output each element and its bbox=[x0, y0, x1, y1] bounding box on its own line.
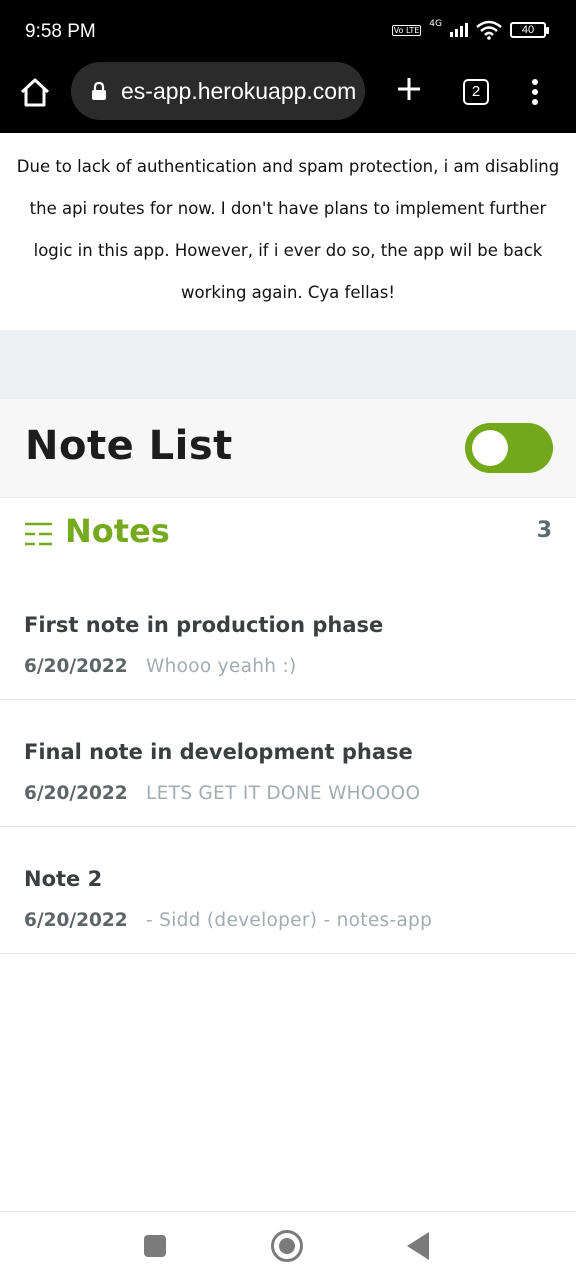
browser-toolbar: es-app.herokuapp.com 2 bbox=[0, 62, 576, 133]
status-time: 9:58 PM bbox=[25, 21, 96, 42]
note-description: - Sidd (developer) - notes-app bbox=[146, 910, 433, 931]
note-date: 6/20/2022 bbox=[24, 783, 128, 804]
recents-icon[interactable] bbox=[144, 1235, 166, 1257]
note-date: 6/20/2022 bbox=[24, 656, 128, 677]
back-icon[interactable] bbox=[407, 1232, 429, 1260]
volte-icon: Vo LTE bbox=[391, 24, 422, 36]
note-title: Note 2 bbox=[24, 867, 103, 891]
wifi-icon bbox=[476, 20, 502, 40]
note-description: LETS GET IT DONE WHOOOO bbox=[146, 783, 421, 804]
url-text: es-app.herokuapp.com bbox=[121, 77, 357, 104]
note-item[interactable]: Note 2 6/20/2022 - Sidd (developer) - no… bbox=[0, 827, 576, 954]
notes-section-header: Notes 3 bbox=[0, 498, 576, 570]
theme-toggle[interactable] bbox=[465, 423, 553, 473]
signal-icon bbox=[450, 23, 468, 37]
page-title: Note List bbox=[25, 423, 233, 469]
page-header: Note List bbox=[0, 398, 576, 498]
tab-switcher-button[interactable]: 2 bbox=[463, 79, 489, 105]
address-bar[interactable]: es-app.herokuapp.com bbox=[71, 62, 365, 120]
battery-icon: 40 bbox=[510, 22, 549, 38]
notice-banner: Due to lack of authentication and spam p… bbox=[0, 133, 576, 330]
status-bar: 9:58 PM Vo LTE 4G 40 bbox=[0, 0, 576, 62]
toggle-knob bbox=[472, 430, 508, 466]
notes-count: 3 bbox=[536, 518, 552, 543]
note-title: First note in production phase bbox=[24, 613, 384, 637]
system-nav-bar bbox=[0, 1211, 576, 1280]
note-title: Final note in development phase bbox=[24, 740, 413, 764]
note-item[interactable]: First note in production phase 6/20/2022… bbox=[0, 573, 576, 700]
note-description: Whooo yeahh :) bbox=[146, 656, 297, 677]
notes-section-title: Notes bbox=[65, 512, 170, 550]
home-circle-icon[interactable] bbox=[271, 1230, 303, 1262]
new-tab-icon[interactable] bbox=[394, 74, 424, 104]
spacer-band bbox=[0, 330, 576, 398]
overflow-menu-icon[interactable] bbox=[530, 78, 540, 106]
note-item[interactable]: Final note in development phase 6/20/202… bbox=[0, 700, 576, 827]
home-icon[interactable] bbox=[18, 76, 52, 110]
network-type-label: 4G bbox=[429, 19, 442, 29]
list-icon bbox=[25, 522, 52, 546]
lock-icon bbox=[92, 81, 106, 100]
note-date: 6/20/2022 bbox=[24, 910, 128, 931]
status-icons: Vo LTE 4G 40 bbox=[391, 19, 549, 40]
